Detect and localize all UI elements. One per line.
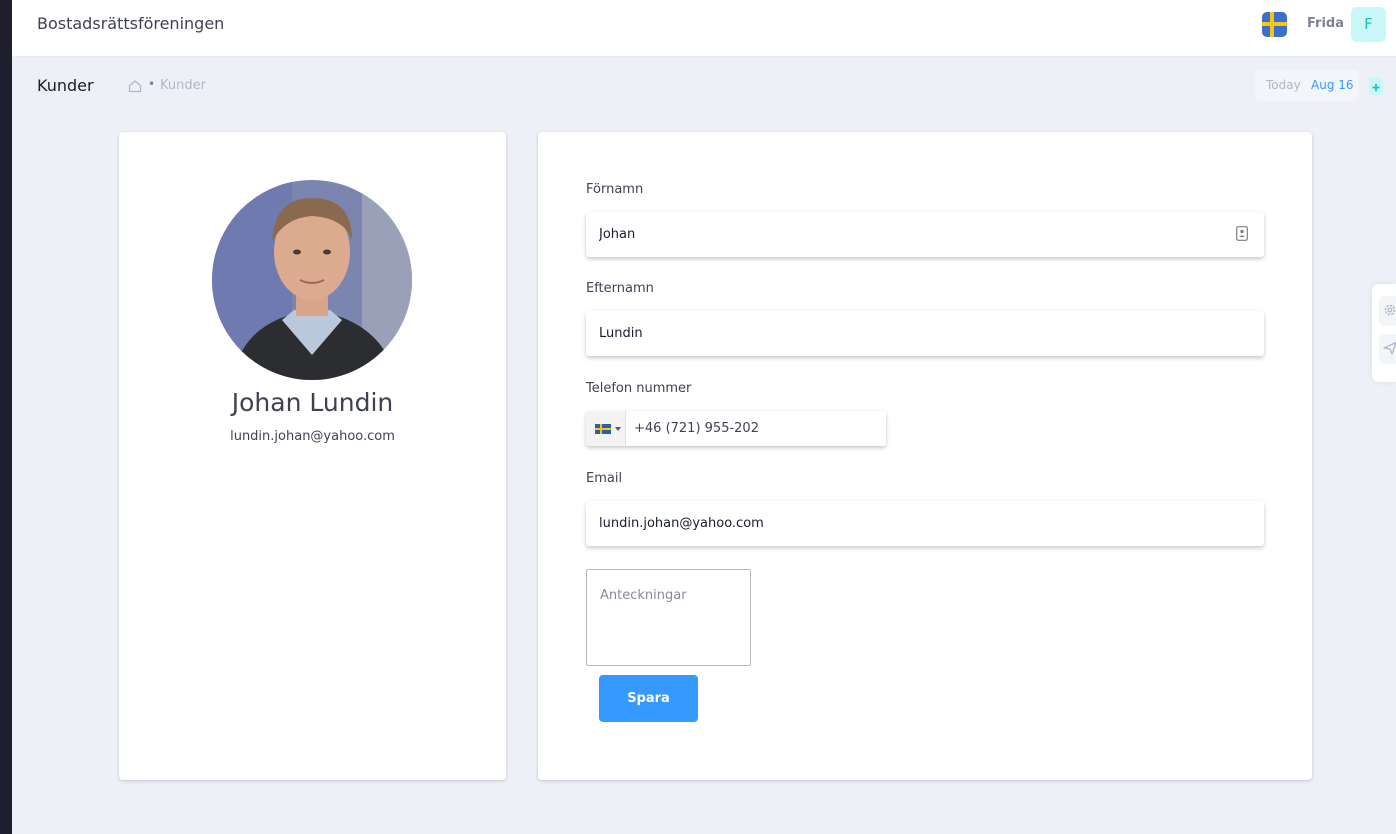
contact-card-icon[interactable] [1236,226,1248,241]
page-title: Kunder [37,76,94,95]
profile-card: Johan Lundin lundin.johan@yahoo.com [119,132,506,780]
settings-button[interactable] [1379,296,1396,326]
phone-input[interactable] [627,411,885,446]
user-avatar[interactable]: F [1351,7,1386,42]
date-picker[interactable]: Today Aug 16 [1255,70,1359,101]
chevron-down-icon [615,427,621,431]
add-file-icon[interactable] [1368,76,1384,96]
send-button[interactable] [1379,334,1396,364]
gear-icon [1384,304,1396,316]
side-toolbar [1372,284,1396,382]
language-flag-icon[interactable] [1262,12,1287,37]
first-name-label: Förnamn [586,182,644,197]
email-input[interactable] [586,501,1264,546]
breadcrumb-item-kunder[interactable]: Kunder [160,78,206,93]
profile-name: Johan Lundin [231,388,394,417]
app-title: Bostadsrättsföreningen [37,14,225,33]
email-label: Email [586,471,623,486]
customer-form-card: Förnamn Efternamn Telefon nummer Email S… [538,132,1312,780]
first-name-input[interactable] [586,212,1264,257]
date-today-label: Today [1266,78,1301,92]
save-button[interactable]: Spara [599,675,698,722]
notes-textarea[interactable] [586,569,751,666]
profile-photo [212,180,412,380]
last-name-input[interactable] [586,311,1264,356]
last-name-label: Efternamn [586,281,654,296]
top-header: Bostadsrättsföreningen Frida F [12,0,1396,57]
user-name[interactable]: Frida [1307,16,1344,31]
phone-field [586,411,886,446]
profile-email: lundin.johan@yahoo.com [230,429,395,444]
sidebar-strip [0,0,12,834]
sweden-flag-icon [595,424,611,434]
phone-label: Telefon nummer [586,381,692,396]
breadcrumb-separator: • [148,77,156,91]
home-icon[interactable] [128,79,142,93]
date-value: Aug 16 [1311,78,1354,92]
country-code-select[interactable] [586,411,626,446]
subheader: Kunder • Kunder Today Aug 16 [12,58,1396,114]
paper-plane-icon [1383,341,1396,355]
